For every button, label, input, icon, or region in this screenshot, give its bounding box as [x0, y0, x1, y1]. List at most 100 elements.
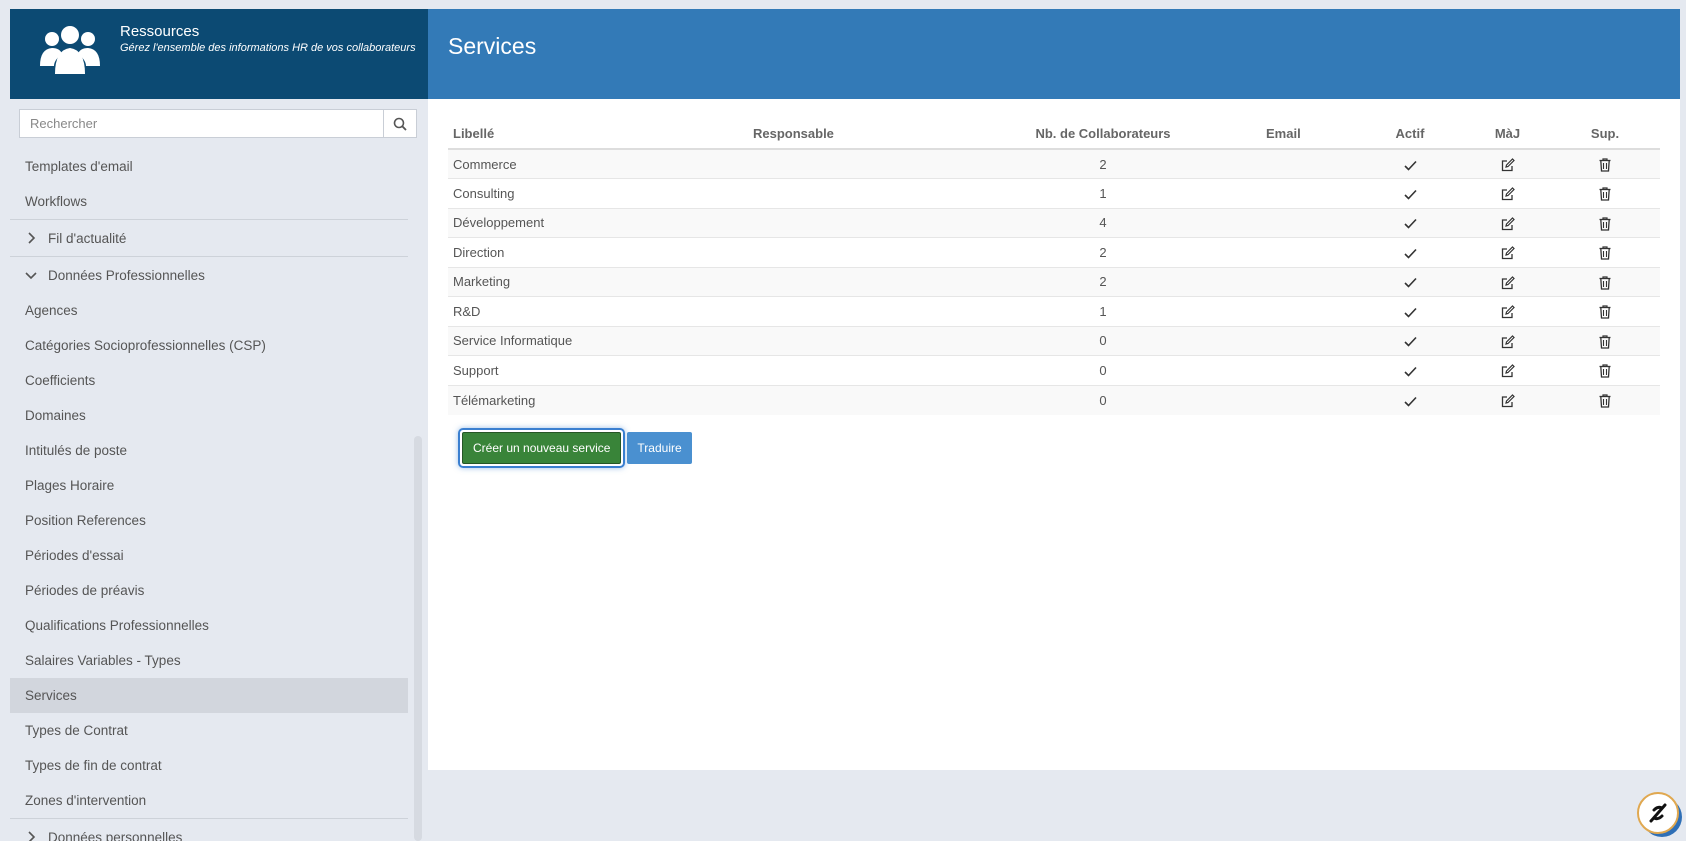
- search-input[interactable]: [20, 110, 383, 137]
- sidebar-item-plages-horaire[interactable]: Plages Horaire: [10, 468, 408, 503]
- cell-responsable: [748, 296, 1003, 326]
- cell-libelle: Support: [448, 355, 748, 385]
- edit-icon[interactable]: [1501, 274, 1515, 289]
- trash-icon[interactable]: [1599, 244, 1611, 260]
- sidebar-item-position-references[interactable]: Position References: [10, 503, 408, 538]
- cell-nb-collaborateurs: 0: [1003, 355, 1203, 385]
- cell-responsable: [748, 237, 1003, 267]
- trash-icon[interactable]: [1599, 362, 1611, 378]
- trash-icon[interactable]: [1599, 392, 1611, 408]
- edit-icon[interactable]: [1501, 362, 1515, 378]
- cell-sup: [1550, 207, 1660, 238]
- column-header-nb-collaborateurs[interactable]: Nb. de Collaborateurs: [1003, 119, 1203, 150]
- sidebar-item-services[interactable]: Services: [10, 678, 408, 713]
- sidebar-item-domaines[interactable]: Domaines: [10, 398, 408, 433]
- cell-responsable: [748, 207, 1003, 238]
- edit-icon[interactable]: [1501, 156, 1515, 171]
- sidebar-item-agences[interactable]: Agences: [10, 293, 408, 328]
- trash-icon[interactable]: [1599, 333, 1611, 349]
- edit-icon[interactable]: [1501, 215, 1515, 230]
- chat-widget-icon[interactable]: [1634, 788, 1684, 838]
- sidebar-group-fil-actualite[interactable]: Fil d'actualité: [10, 219, 408, 256]
- table-row: Consulting 1: [448, 178, 1660, 208]
- edit-icon[interactable]: [1501, 185, 1515, 201]
- cell-libelle: Marketing: [448, 266, 748, 297]
- search-button[interactable]: [383, 110, 416, 137]
- cell-responsable: [748, 384, 1003, 415]
- trash-icon[interactable]: [1599, 185, 1611, 201]
- cell-responsable: [748, 266, 1003, 297]
- sidebar-item-csp[interactable]: Catégories Socioprofessionnelles (CSP): [10, 328, 408, 363]
- sidebar-item-salaires-variables[interactable]: Salaires Variables - Types: [10, 643, 408, 678]
- table-row: Service Informatique 0: [448, 325, 1660, 356]
- cell-maj: [1465, 296, 1550, 326]
- cell-sup: [1550, 325, 1660, 356]
- cell-sup: [1550, 266, 1660, 297]
- trash-icon[interactable]: [1599, 274, 1611, 290]
- table-row: R&D 1: [448, 296, 1660, 326]
- create-service-button[interactable]: Créer un nouveau service: [462, 432, 622, 464]
- edit-icon[interactable]: [1501, 392, 1515, 407]
- cell-nb-collaborateurs: 0: [1003, 325, 1203, 356]
- cell-sup: [1550, 148, 1660, 179]
- column-header-responsable[interactable]: Responsable: [748, 119, 1003, 150]
- sidebar-item-types-contrat[interactable]: Types de Contrat: [10, 713, 408, 748]
- sidebar-item-coefficients[interactable]: Coefficients: [10, 363, 408, 398]
- trash-icon[interactable]: [1599, 215, 1611, 231]
- cell-email: [1203, 178, 1355, 208]
- cell-email: [1203, 355, 1355, 385]
- brand-title: Ressources: [120, 23, 200, 40]
- create-button-focus-ring: Créer un nouveau service: [458, 428, 626, 468]
- search-box: [19, 109, 417, 138]
- sidebar-item-periodes-essai[interactable]: Périodes d'essai: [10, 538, 408, 573]
- edit-icon[interactable]: [1501, 333, 1515, 348]
- cell-email: [1203, 384, 1355, 415]
- cell-sup: [1550, 296, 1660, 326]
- cell-nb-collaborateurs: 1: [1003, 178, 1203, 208]
- cell-actif: [1355, 237, 1465, 267]
- edit-icon[interactable]: [1501, 303, 1515, 319]
- cell-actif: [1355, 325, 1465, 356]
- sidebar-item-workflows[interactable]: Workflows: [10, 184, 408, 219]
- edit-icon[interactable]: [1501, 244, 1515, 260]
- sidebar-item-templates-email[interactable]: Templates d'email: [10, 149, 408, 184]
- page-header: Services: [428, 9, 1680, 99]
- cell-actif: [1355, 266, 1465, 297]
- column-header-libelle[interactable]: Libellé: [448, 119, 748, 150]
- trash-icon[interactable]: [1599, 303, 1611, 319]
- cell-maj: [1465, 325, 1550, 356]
- column-header-email[interactable]: Email: [1203, 119, 1355, 150]
- check-icon: [1403, 393, 1417, 408]
- cell-nb-collaborateurs: 4: [1003, 207, 1203, 238]
- sidebar-scrollbar[interactable]: [414, 436, 422, 841]
- sidebar-item-zones-intervention[interactable]: Zones d'intervention: [10, 783, 408, 818]
- cell-sup: [1550, 237, 1660, 267]
- sidebar-group-label: Données Professionnelles: [48, 267, 205, 283]
- sidebar-item-intitules-poste[interactable]: Intitulés de poste: [10, 433, 408, 468]
- main-content: Libellé Responsable Nb. de Collaborateur…: [428, 99, 1680, 770]
- cell-responsable: [748, 355, 1003, 385]
- table-row: Direction 2: [448, 237, 1660, 267]
- brand-subtitle: Gérez l'ensemble des informations HR de …: [120, 42, 416, 54]
- cell-responsable: [748, 325, 1003, 356]
- page-title: Services: [448, 33, 537, 59]
- sidebar-item-qualifications[interactable]: Qualifications Professionnelles: [10, 608, 408, 643]
- cell-sup: [1550, 384, 1660, 415]
- cell-nb-collaborateurs: 2: [1003, 237, 1203, 267]
- column-header-actif[interactable]: Actif: [1355, 119, 1465, 150]
- cell-maj: [1465, 237, 1550, 267]
- cell-libelle: Consulting: [448, 178, 748, 208]
- translate-button[interactable]: Traduire: [627, 432, 692, 464]
- app: Ressources Gérez l'ensemble des informat…: [10, 9, 1682, 841]
- sidebar-group-donnees-personnelles[interactable]: Données personnelles: [10, 818, 408, 841]
- cell-sup: [1550, 355, 1660, 385]
- check-icon: [1403, 157, 1417, 172]
- sidebar-item-types-fin-contrat[interactable]: Types de fin de contrat: [10, 748, 408, 783]
- cell-libelle: R&D: [448, 296, 748, 326]
- brand-panel: Ressources Gérez l'ensemble des informat…: [10, 9, 428, 99]
- sidebar-item-periodes-preavis[interactable]: Périodes de préavis: [10, 573, 408, 608]
- trash-icon[interactable]: [1599, 156, 1611, 172]
- cell-email: [1203, 296, 1355, 326]
- sidebar-group-donnees-pro[interactable]: Données Professionnelles: [10, 256, 408, 293]
- cell-maj: [1465, 384, 1550, 415]
